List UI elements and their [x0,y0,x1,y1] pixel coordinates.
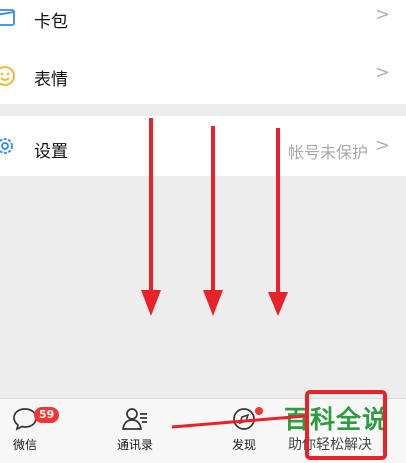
arrow-head [141,290,161,316]
tab-label: 发现 [231,438,256,452]
menu-item-settings[interactable]: 设置 帐号未保护 > [0,116,406,176]
contacts-icon [100,405,170,433]
menu-item-label: 卡包 [34,12,68,32]
menu-item-label: 表情 [34,70,68,90]
arrow-head [268,292,288,316]
chevron-right-icon: > [374,135,390,156]
gear-icon [0,135,16,161]
watermark: 百科全说 助你轻松解决 [280,398,400,462]
tab-label: 通讯录 [116,438,153,452]
menu-item-label: 设置 [34,142,68,162]
wallet-icon [0,7,16,33]
compass-icon [209,405,279,433]
chevron-right-icon: > [374,62,390,83]
arrow-head [203,290,223,316]
new-content-dot [255,407,263,415]
tab-label: 微信 [12,438,37,452]
account-protection-status: 帐号未保护 [287,143,368,162]
watermark-subtitle: 助你轻松解决 [288,434,372,454]
tab-chats[interactable]: 59 微信 [0,405,60,453]
watermark-title: 百科全说 [284,405,389,434]
smiley-icon [0,65,16,91]
unread-badge: 59 [34,407,60,423]
tab-contacts[interactable]: 通讯录 [100,405,170,453]
chevron-right-icon: > [374,4,390,25]
tab-discover[interactable]: 发现 [209,405,279,453]
menu-item-wallet[interactable]: 卡包 > [0,0,406,40]
menu-item-sticker[interactable]: 表情 > [0,40,406,104]
